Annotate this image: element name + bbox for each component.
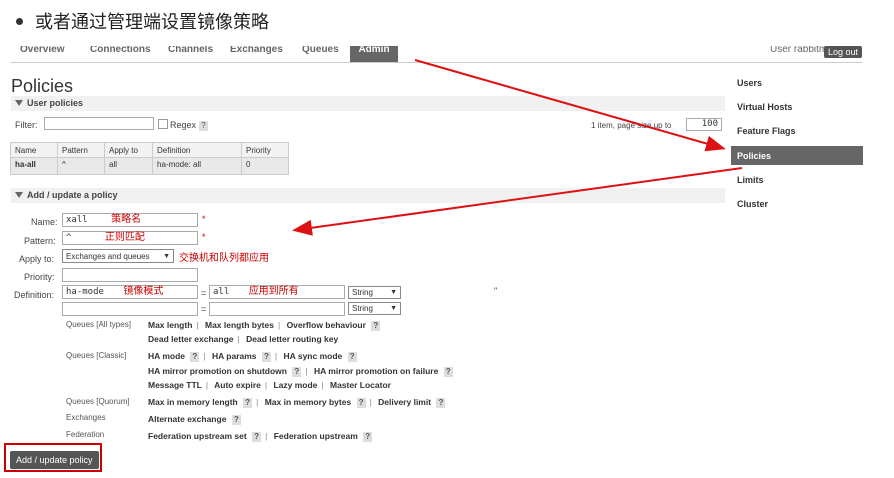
arrow-to-policies [414, 59, 726, 152]
arrow-to-form [292, 167, 743, 236]
annotation-arrows [292, 59, 743, 236]
